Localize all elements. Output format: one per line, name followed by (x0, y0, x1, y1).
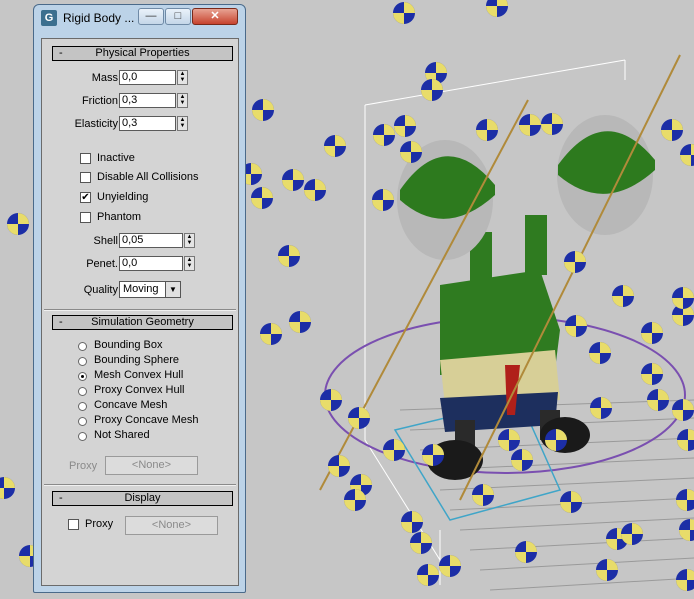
bounding-box-label: Bounding Box (94, 339, 163, 351)
shell-field[interactable]: 0,05 (119, 233, 183, 248)
phantom-label: Phantom (97, 211, 142, 223)
not-shared-label: Not Shared (94, 429, 150, 441)
rollout-physical-properties[interactable]: - Physical Properties (52, 46, 233, 61)
unyielding-checkbox[interactable]: ✔ (80, 192, 91, 203)
rollout-title: Display (124, 492, 161, 504)
friction-label: Friction (81, 95, 118, 107)
proxy-convex-hull-label: Proxy Convex Hull (94, 384, 185, 396)
penet-spinner[interactable]: ▲ ▼ (184, 256, 195, 271)
rollout-simulation-geometry[interactable]: - Simulation Geometry (52, 315, 233, 330)
inactive-checkbox[interactable] (80, 153, 91, 164)
app-icon: G (41, 10, 57, 26)
quality-value: Moving (123, 283, 159, 295)
friction-spinner[interactable]: ▲ ▼ (177, 93, 188, 108)
penet-field[interactable]: 0,0 (119, 256, 183, 271)
collapse-toggle: - (59, 316, 63, 328)
proxy-label: Proxy (69, 460, 98, 472)
mass-spinner[interactable]: ▲ ▼ (177, 70, 188, 85)
unyielding-label: Unyielding (97, 191, 149, 203)
mesh-convex-hull-label: Mesh Convex Hull (94, 369, 184, 381)
divider (44, 309, 236, 311)
minimize-button[interactable]: — (138, 8, 164, 25)
bounding-sphere-label: Bounding Sphere (94, 354, 180, 366)
collapse-toggle: - (59, 492, 63, 504)
proxy-concave-mesh-label: Proxy Concave Mesh (94, 414, 199, 426)
rollout-title: Simulation Geometry (91, 316, 194, 328)
rollout-display[interactable]: - Display (52, 491, 233, 506)
disable-all-collisions-checkbox[interactable] (80, 172, 91, 183)
bounding-sphere-radio[interactable] (78, 357, 87, 366)
penet-label: Penet. (86, 258, 118, 270)
friction-field[interactable]: 0,3 (119, 93, 176, 108)
display-proxy-label: Proxy (85, 518, 114, 530)
window-client-area: - Physical Properties Mass 0,0 ▲ ▼ Fricti… (41, 38, 239, 586)
chevron-down-icon[interactable]: ▼ (165, 282, 180, 297)
quality-dropdown[interactable]: Moving ▼ (119, 281, 181, 298)
concave-mesh-label: Concave Mesh (94, 399, 168, 411)
shell-label: Shell (93, 235, 118, 247)
window-titlebar[interactable]: G Rigid Body ... — □ ✕ (34, 5, 245, 31)
proxy-pick-button[interactable]: <None> (105, 456, 198, 475)
phantom-checkbox[interactable] (80, 212, 91, 223)
elasticity-label: Elasticity (74, 118, 118, 130)
shell-spinner[interactable]: ▲ ▼ (184, 233, 195, 248)
inactive-label: Inactive (97, 152, 135, 164)
concave-mesh-radio[interactable] (78, 402, 87, 411)
display-proxy-checkbox[interactable] (68, 519, 79, 530)
mesh-convex-hull-radio[interactable] (78, 372, 87, 381)
proxy-concave-mesh-radio[interactable] (78, 417, 87, 426)
maximize-button[interactable]: □ (165, 8, 191, 25)
proxy-convex-hull-radio[interactable] (78, 387, 87, 396)
not-shared-radio[interactable] (78, 432, 87, 441)
close-button[interactable]: ✕ (192, 8, 238, 25)
collapse-toggle: - (59, 47, 63, 59)
rollout-title: Physical Properties (95, 47, 190, 59)
mass-label: Mass (91, 72, 118, 84)
elasticity-field[interactable]: 0,3 (119, 116, 176, 131)
elasticity-spinner[interactable]: ▲ ▼ (177, 116, 188, 131)
mass-field[interactable]: 0,0 (119, 70, 176, 85)
rigid-body-properties-window: G Rigid Body ... — □ ✕ - Physical Proper… (33, 4, 246, 593)
disable-all-collisions-label: Disable All Collisions (97, 171, 199, 183)
window-title: Rigid Body ... (63, 11, 135, 25)
display-proxy-button[interactable]: <None> (125, 516, 218, 535)
bounding-box-radio[interactable] (78, 342, 87, 351)
quality-label: Quality (83, 284, 118, 296)
divider (44, 484, 236, 486)
